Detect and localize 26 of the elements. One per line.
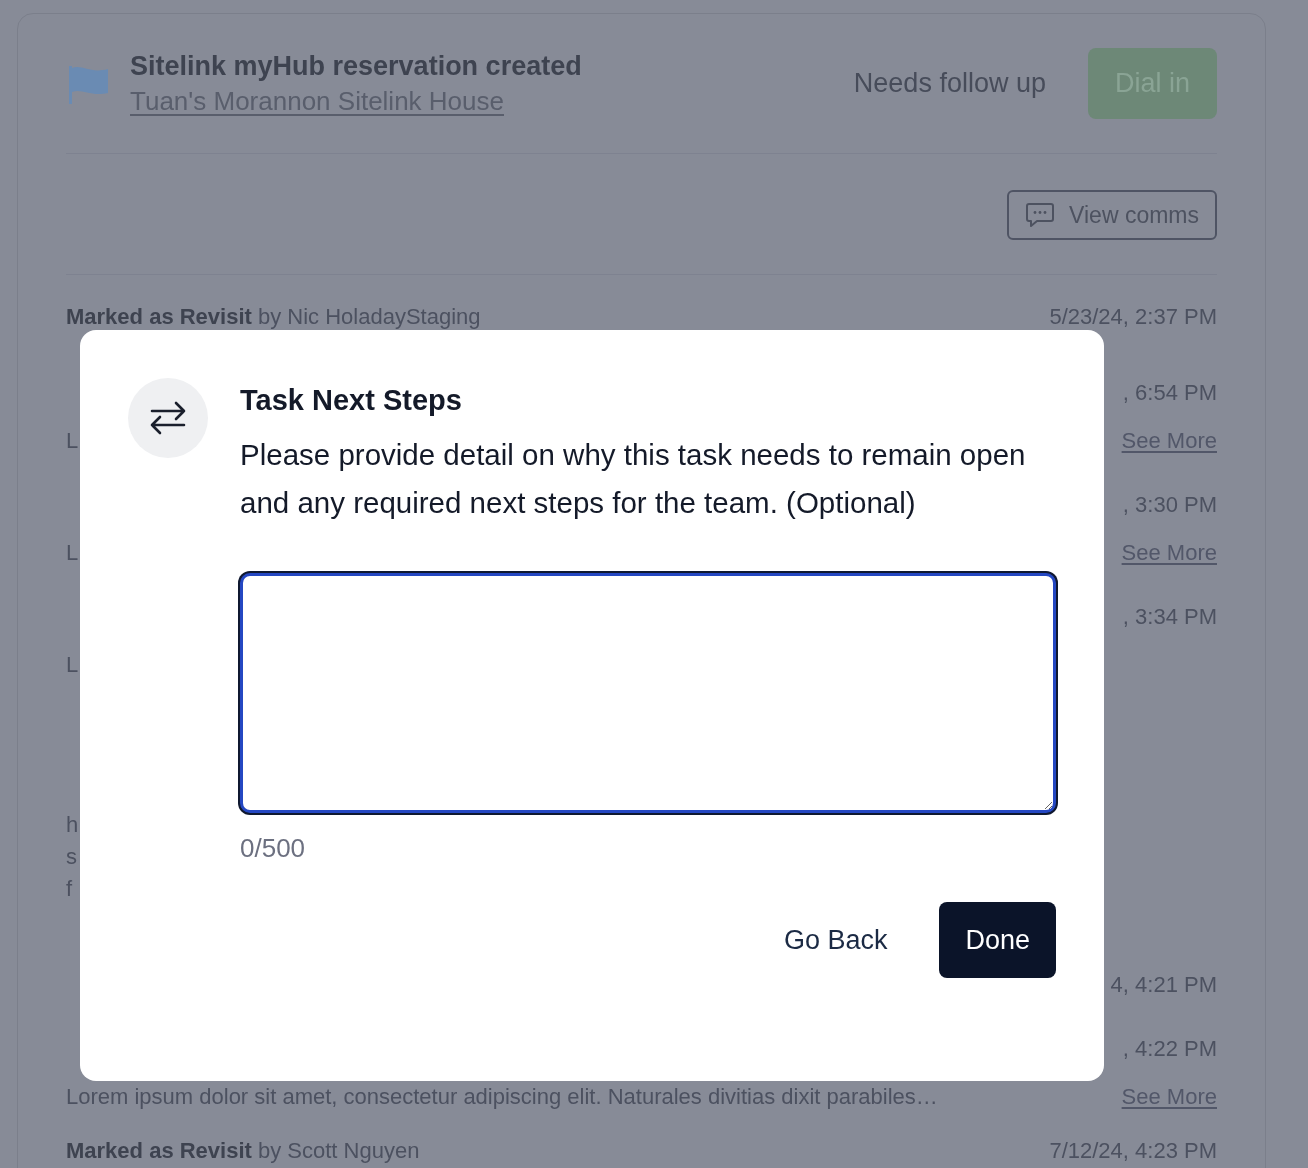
task-status: Needs follow up — [853, 68, 1046, 99]
activity-note: L — [66, 428, 79, 454]
activity-time: 7/12/24, 4:23 PM — [1049, 1138, 1217, 1164]
activity-heading: Marked as Revisit by Nic HoladayStaging — [66, 304, 481, 330]
activity-time: 5/23/24, 2:37 PM — [1049, 304, 1217, 330]
character-counter: 0/500 — [240, 833, 307, 864]
activity-heading: Marked as Revisit by Scott Nguyen — [66, 1138, 420, 1164]
activity-note: L — [66, 540, 79, 566]
activity-note: L — [66, 652, 79, 677]
activity-note: s — [66, 844, 77, 869]
modal-title: Task Next Steps — [240, 384, 463, 417]
next-steps-field[interactable] — [240, 573, 1056, 813]
view-comms-button[interactable]: View comms — [1007, 190, 1217, 240]
activity-time: , 4:22 PM — [1122, 1036, 1217, 1062]
activity-time: , 6:54 PM — [1122, 380, 1217, 406]
activity-time: 4, 4:21 PM — [1110, 972, 1217, 998]
activity-note: Lorem ipsum dolor sit amet, consectetur adipiscing elit. Naturales divitias dixit parabiles… — [66, 1084, 938, 1110]
task-title: Sitelink myHub reservation created — [130, 50, 583, 82]
activity-time: , 3:34 PM — [1122, 604, 1217, 630]
go-back-button[interactable]: Go Back — [757, 902, 914, 978]
done-button[interactable]: Done — [939, 902, 1056, 978]
activity-note: f — [66, 876, 73, 901]
modal-description: Please provide detail on why this task needs to remain open and any required next steps for the team. (Optional) — [240, 437, 1027, 521]
activity-time: , 3:30 PM — [1122, 492, 1217, 518]
activity-note: h — [66, 812, 79, 837]
chat-icon — [1025, 201, 1056, 229]
